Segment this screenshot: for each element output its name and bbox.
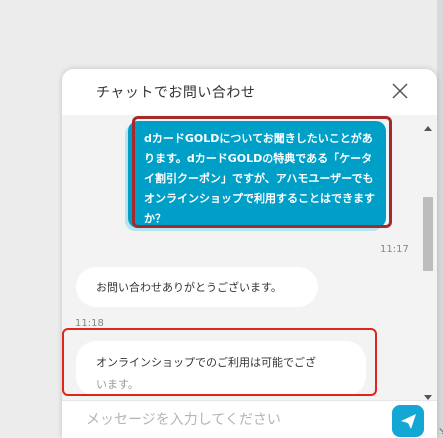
message-input[interactable] (84, 407, 378, 433)
message-timestamp: 11:17 (380, 244, 409, 255)
scroll-up-arrow-icon[interactable] (423, 119, 433, 131)
message-timestamp: 11:18 (75, 318, 104, 329)
scroll-down-arrow-icon[interactable] (423, 387, 433, 400)
bot-message-bubble: お問い合わせありがとうございます。 (76, 267, 318, 307)
bot-message-text: オンラインショップでのご利用は可能でござ います。 (96, 352, 356, 396)
message-list[interactable]: dカードGOLDについてお聞きしたいことがあります。dカードGOLDの特典である… (62, 115, 437, 400)
bot-message-bubble: オンラインショップでのご利用は可能でござ います。 (76, 341, 366, 396)
resize-corner-icon: ↘ (438, 426, 443, 437)
scrollbar-thumb[interactable] (423, 197, 433, 271)
page-scrollbar[interactable] (437, 0, 443, 438)
user-message-bubble: dカードGOLDについてお聞きしたいことがあります。dカードGOLDの特典である… (128, 121, 386, 228)
close-icon[interactable] (392, 83, 408, 99)
send-button[interactable] (392, 405, 424, 437)
chat-header: チャットでお問い合わせ (62, 69, 437, 116)
bot-message-text-main: オンラインショップでのご利用は可能でござ (96, 356, 316, 369)
paper-plane-icon (401, 414, 416, 429)
message-input-bar (62, 400, 437, 438)
chat-window: チャットでお問い合わせ dカードGOLDについてお聞きしたいことがあります。dカ… (62, 69, 437, 438)
user-message-text: dカードGOLDについてお聞きしたいことがあります。dカードGOLDの特典である… (144, 132, 375, 225)
bot-message-text: お問い合わせありがとうございます。 (96, 281, 282, 294)
chat-title: チャットでお問い合わせ (96, 85, 256, 101)
bot-message-text-faded: います。 (96, 378, 139, 391)
